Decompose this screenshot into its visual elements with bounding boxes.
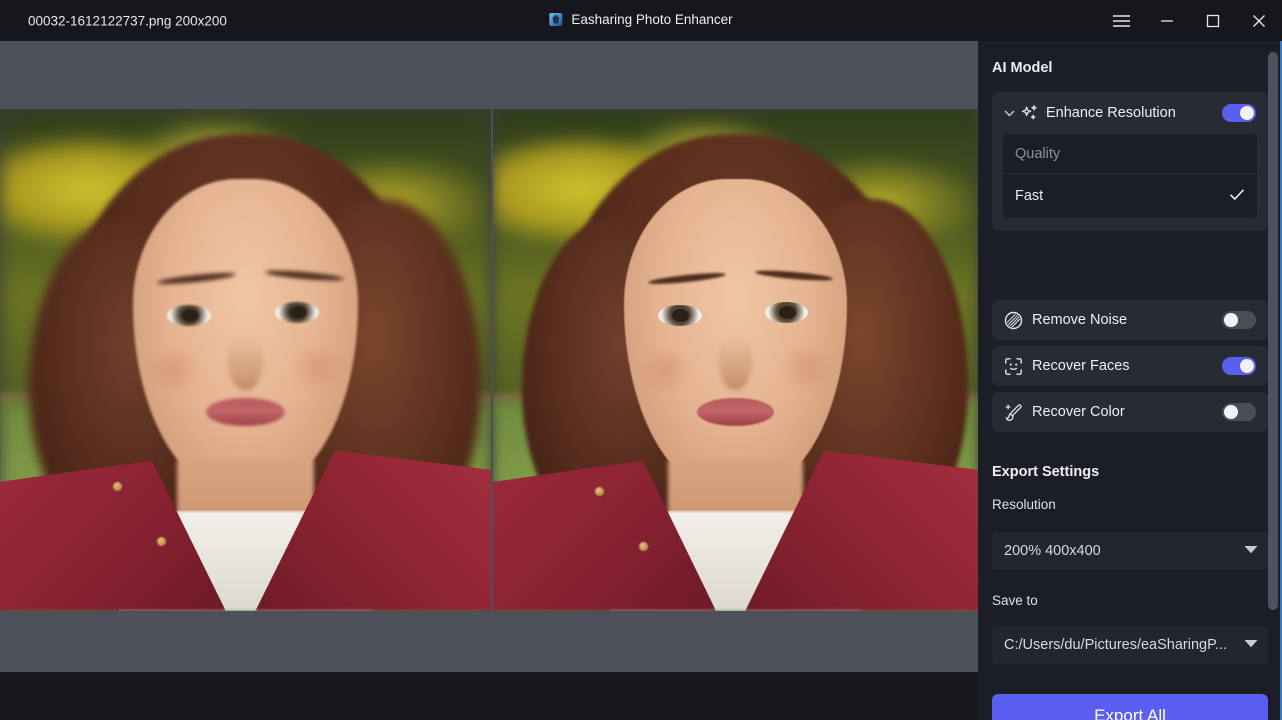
sparkles-icon (1020, 104, 1046, 123)
pane-labels: original processed (0, 611, 978, 672)
recover-faces-label: Recover Faces (1032, 358, 1222, 374)
noise-circle-icon (1004, 311, 1032, 330)
close-icon[interactable] (1236, 0, 1282, 41)
processed-photo (493, 109, 978, 611)
remove-noise-toggle[interactable] (1222, 311, 1256, 329)
quality-dropdown-list: Quality Fast (1003, 134, 1257, 218)
chevron-down-icon[interactable] (1004, 109, 1020, 117)
magic-brush-icon (1004, 403, 1032, 422)
enhance-resolution-toggle[interactable] (1222, 104, 1256, 122)
face-scan-icon (1004, 357, 1032, 376)
resolution-label: Resolution (992, 497, 1056, 512)
bottom-toolbar: Add Remove all Preview (0, 672, 978, 720)
recover-faces-toggle[interactable] (1222, 357, 1256, 375)
maximize-icon[interactable] (1190, 0, 1236, 41)
original-photo (0, 109, 491, 611)
minimize-icon[interactable] (1144, 0, 1190, 41)
current-file-label: 00032-1612122737.png 200x200 (28, 13, 227, 28)
save-to-label: Save to (992, 593, 1038, 608)
ai-model-heading: AI Model (992, 60, 1052, 76)
quality-option-fast[interactable]: Fast (1003, 174, 1257, 218)
enhance-resolution-label: Enhance Resolution (1046, 105, 1222, 121)
panel-scrollbar[interactable] (1268, 41, 1278, 720)
recover-faces-row[interactable]: Recover Faces (992, 346, 1268, 386)
export-settings-heading: Export Settings (992, 464, 1099, 480)
export-all-button[interactable]: Export All (992, 694, 1268, 720)
window-controls (1098, 0, 1282, 41)
recover-color-toggle[interactable] (1222, 403, 1256, 421)
quality-placeholder: Quality (1003, 134, 1257, 174)
panel-scrollbar-thumb[interactable] (1268, 52, 1278, 610)
comparison-row (0, 109, 978, 611)
save-to-select-value: C:/Users/du/Pictures/eaSharingP... (1004, 637, 1238, 653)
check-icon (1229, 188, 1245, 205)
quality-option-label: Fast (1015, 188, 1043, 204)
hamburger-menu-icon[interactable] (1098, 0, 1144, 41)
original-image-pane[interactable] (0, 109, 491, 611)
recover-color-label: Recover Color (1032, 404, 1222, 420)
resolution-select-value: 200% 400x400 (1004, 543, 1238, 559)
recover-color-row[interactable]: Recover Color (992, 392, 1268, 432)
app-window: 00032-1612122737.png 200x200 Easharing P… (0, 0, 1282, 720)
app-title-group: Easharing Photo Enhancer (549, 12, 732, 27)
app-logo-icon (549, 13, 562, 26)
remove-noise-label: Remove Noise (1032, 312, 1222, 328)
settings-panel: AI Model E (978, 41, 1282, 720)
export-all-label: Export All (1094, 706, 1166, 720)
caret-down-icon[interactable] (1244, 545, 1258, 557)
remove-noise-row[interactable]: Remove Noise (992, 300, 1268, 340)
enhance-resolution-card: Enhance Resolution Quality Fast (992, 92, 1268, 231)
title-bar: 00032-1612122737.png 200x200 Easharing P… (0, 0, 1282, 41)
enhance-resolution-row[interactable]: Enhance Resolution (992, 92, 1268, 134)
resolution-select[interactable]: 200% 400x400 (992, 532, 1268, 570)
app-title: Easharing Photo Enhancer (571, 12, 732, 27)
processed-image-pane[interactable] (493, 109, 978, 611)
caret-down-icon[interactable] (1244, 639, 1258, 651)
image-viewer[interactable]: original processed (0, 41, 978, 672)
save-to-select[interactable]: C:/Users/du/Pictures/eaSharingP... (992, 626, 1268, 664)
